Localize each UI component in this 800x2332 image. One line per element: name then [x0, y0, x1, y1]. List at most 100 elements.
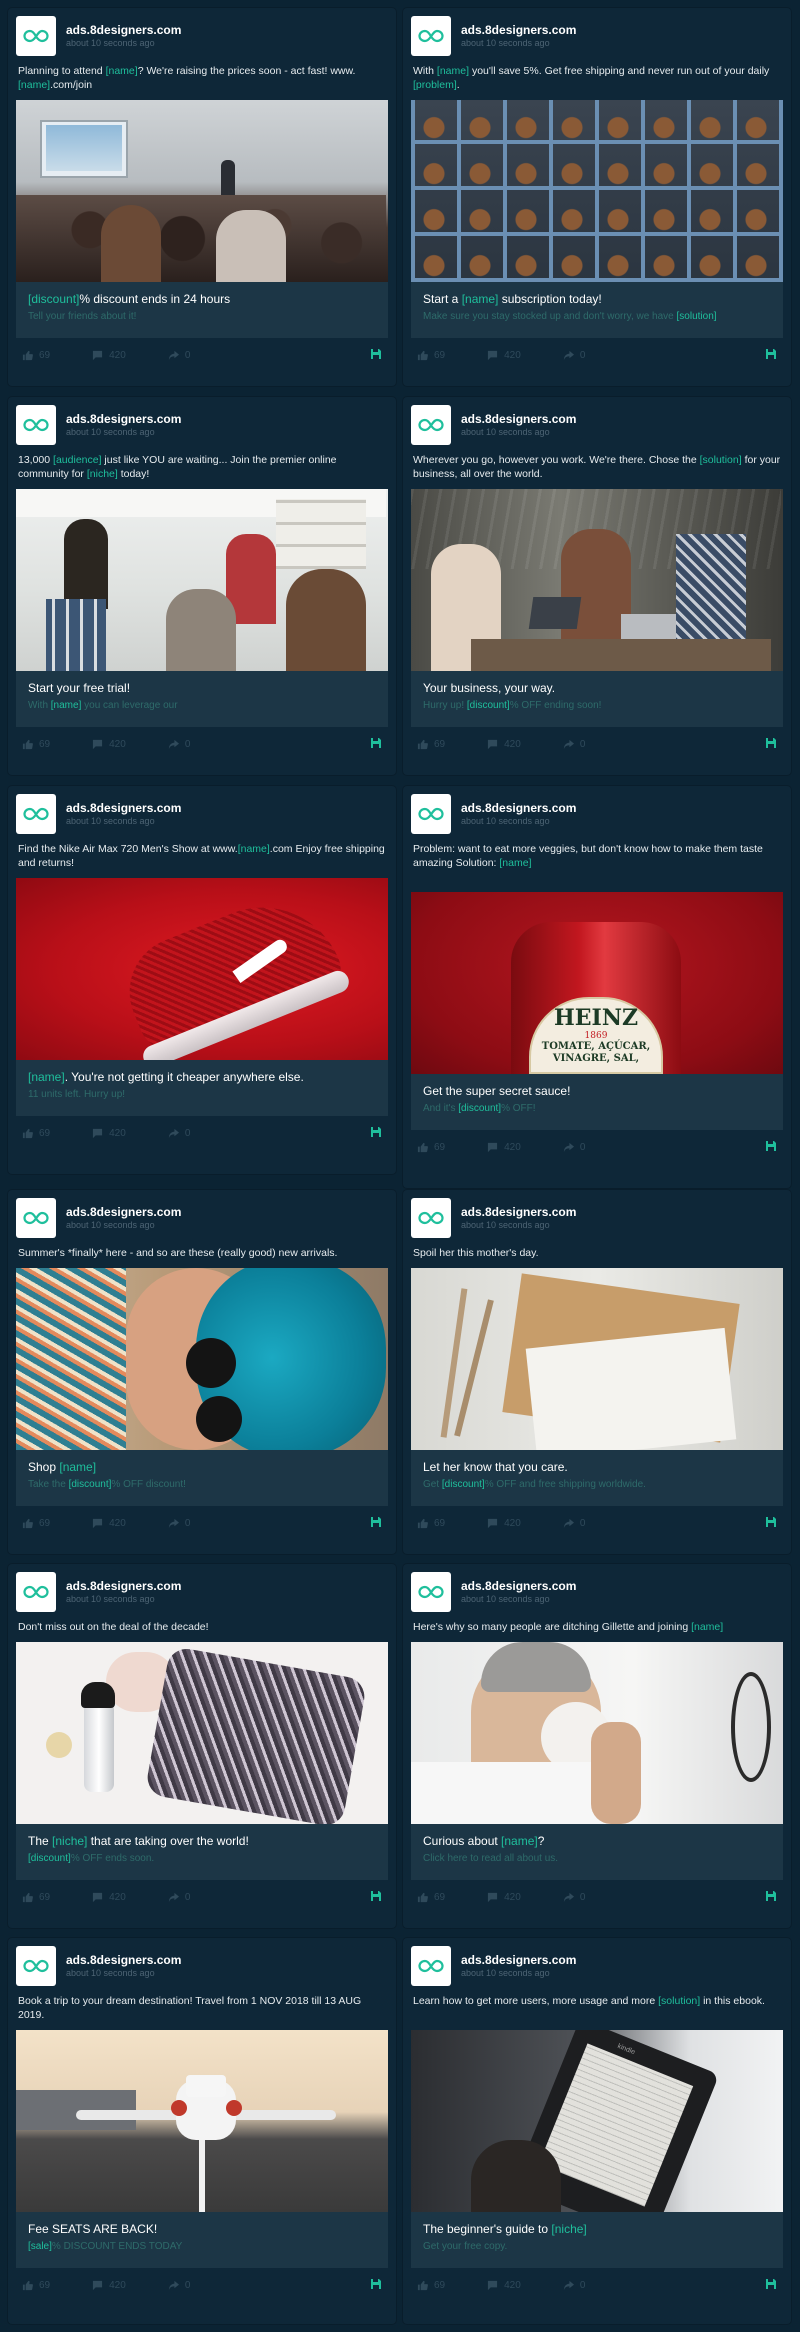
save-button[interactable]: [765, 1516, 777, 1531]
ad-cta-box[interactable]: Fee SEATS ARE BACK! [sale]% DISCOUNT END…: [16, 2212, 388, 2268]
advertiser-domain[interactable]: ads.8designers.com: [66, 1205, 181, 1219]
share-button[interactable]: 0: [168, 739, 190, 750]
comment-button[interactable]: 420: [92, 1892, 126, 1903]
save-button[interactable]: [370, 2278, 382, 2293]
ad-cta-box[interactable]: Your business, your way. Hurry up! [disc…: [411, 671, 783, 727]
advertiser-domain[interactable]: ads.8designers.com: [66, 801, 181, 815]
like-button[interactable]: 69: [417, 739, 445, 750]
save-button[interactable]: [370, 348, 382, 363]
ad-card: ads.8designers.com about 10 seconds ago L…: [403, 1938, 791, 2324]
infinity-icon: [418, 1211, 444, 1225]
like-button[interactable]: 69: [22, 1892, 50, 1903]
ad-cta-box[interactable]: [name]. You're not getting it cheaper an…: [16, 1060, 388, 1116]
jar-shelves-photo[interactable]: [411, 100, 783, 282]
like-button[interactable]: 69: [22, 2280, 50, 2291]
cosmetics-fabric-photo[interactable]: [16, 1642, 388, 1824]
like-button[interactable]: 69: [417, 1142, 445, 1153]
brand-logo: [16, 1572, 56, 1612]
ad-cta-box[interactable]: Shop [name] Take the [discount]% OFF dis…: [16, 1450, 388, 1506]
ad-cta-box[interactable]: Let her know that you care. Get [discoun…: [411, 1450, 783, 1506]
advertiser-domain[interactable]: ads.8designers.com: [461, 23, 576, 37]
ad-cta-box[interactable]: Get the super secret sauce! And it's [di…: [411, 1074, 783, 1130]
ad-cta-box[interactable]: [discount]% discount ends in 24 hours Te…: [16, 282, 388, 338]
advertiser-domain[interactable]: ads.8designers.com: [461, 1579, 576, 1593]
comment-button[interactable]: 420: [92, 1518, 126, 1529]
like-button[interactable]: 69: [22, 1518, 50, 1529]
advertiser-domain[interactable]: ads.8designers.com: [66, 412, 181, 426]
coworkers-laptop-photo[interactable]: [411, 489, 783, 671]
comment-button[interactable]: 420: [487, 1518, 521, 1529]
like-button[interactable]: 69: [22, 1128, 50, 1139]
thumbs-up-icon: [417, 739, 428, 749]
comment-button[interactable]: 420: [92, 2280, 126, 2291]
comment-button[interactable]: 420: [487, 739, 521, 750]
ad-cta-box[interactable]: The beginner's guide to [niche] Get your…: [411, 2212, 783, 2268]
share-button[interactable]: 0: [168, 350, 190, 361]
advertiser-domain[interactable]: ads.8designers.com: [461, 412, 576, 426]
share-button[interactable]: 0: [563, 1892, 585, 1903]
ketchup-bottle-photo[interactable]: HEINZ 1869 TOMATE, AÇÚCAR, VINAGRE, SAL,: [411, 892, 783, 1074]
save-button[interactable]: [765, 1890, 777, 1905]
save-button[interactable]: [765, 348, 777, 363]
comment-button[interactable]: 420: [487, 1892, 521, 1903]
like-button[interactable]: 69: [417, 1892, 445, 1903]
save-button[interactable]: [370, 1126, 382, 1141]
ad-headline: Curious about [name]?: [423, 1834, 545, 1848]
advertiser-domain[interactable]: ads.8designers.com: [66, 1579, 181, 1593]
comment-button[interactable]: 420: [487, 2280, 521, 2291]
advertiser-domain[interactable]: ads.8designers.com: [461, 1953, 576, 1967]
share-button[interactable]: 0: [563, 2280, 585, 2291]
share-button[interactable]: 0: [563, 739, 585, 750]
ereader-photo[interactable]: kindle: [411, 2030, 783, 2212]
share-button[interactable]: 0: [563, 1518, 585, 1529]
like-button[interactable]: 69: [417, 1518, 445, 1529]
blue-hair-sunglasses-photo[interactable]: [16, 1268, 388, 1450]
ad-cta-box[interactable]: The [niche] that are taking over the wor…: [16, 1824, 388, 1880]
man-shaving-photo[interactable]: [411, 1642, 783, 1824]
share-button[interactable]: 0: [168, 1128, 190, 1139]
envelope-photo[interactable]: [411, 1268, 783, 1450]
advertiser-domain[interactable]: ads.8designers.com: [461, 1205, 576, 1219]
brand-logo: [411, 405, 451, 445]
share-icon: [563, 2280, 574, 2290]
brand-logo: [16, 1946, 56, 1986]
comment-button[interactable]: 420: [92, 350, 126, 361]
like-button[interactable]: 69: [417, 2280, 445, 2291]
save-button[interactable]: [765, 1140, 777, 1155]
advertiser-domain[interactable]: ads.8designers.com: [66, 23, 181, 37]
infinity-icon: [418, 1959, 444, 1973]
save-button[interactable]: [370, 737, 382, 752]
ad-headline: [name]. You're not getting it cheaper an…: [28, 1070, 304, 1084]
save-button[interactable]: [370, 1890, 382, 1905]
comment-button[interactable]: 420: [487, 1142, 521, 1153]
share-button[interactable]: 0: [563, 1142, 585, 1153]
save-button[interactable]: [765, 2278, 777, 2293]
advertiser-domain[interactable]: ads.8designers.com: [461, 801, 576, 815]
ad-card: ads.8designers.com about 10 seconds ago F…: [8, 786, 396, 1174]
ad-cta-box[interactable]: Curious about [name]? Click here to read…: [411, 1824, 783, 1880]
ad-cta-box[interactable]: Start a [name] subscription today! Make …: [411, 282, 783, 338]
label-ingredients-line: TOMATE, AÇÚCAR,: [541, 1041, 651, 1052]
share-button[interactable]: 0: [168, 2280, 190, 2291]
share-button[interactable]: 0: [168, 1518, 190, 1529]
team-meeting-photo[interactable]: [16, 489, 388, 671]
share-icon: [563, 1892, 574, 1902]
like-button[interactable]: 69: [22, 739, 50, 750]
comment-button[interactable]: 420: [487, 350, 521, 361]
ad-cta-box[interactable]: Start your free trial! With [name] you c…: [16, 671, 388, 727]
red-sneaker-photo[interactable]: [16, 878, 388, 1060]
like-button[interactable]: 69: [417, 350, 445, 361]
share-button[interactable]: 0: [563, 350, 585, 361]
comment-button[interactable]: 420: [92, 739, 126, 750]
ad-subline: Take the [discount]% OFF discount!: [28, 1479, 186, 1490]
share-button[interactable]: 0: [168, 1892, 190, 1903]
save-button[interactable]: [370, 1516, 382, 1531]
conference-audience-photo[interactable]: [16, 100, 388, 282]
card-header: ads.8designers.com about 10 seconds ago: [8, 8, 396, 56]
like-button[interactable]: 69: [22, 350, 50, 361]
advertiser-domain[interactable]: ads.8designers.com: [66, 1953, 181, 1967]
airplane-runway-photo[interactable]: [16, 2030, 388, 2212]
comment-button[interactable]: 420: [92, 1128, 126, 1139]
save-button[interactable]: [765, 737, 777, 752]
post-time: about 10 seconds ago: [66, 1968, 155, 1978]
